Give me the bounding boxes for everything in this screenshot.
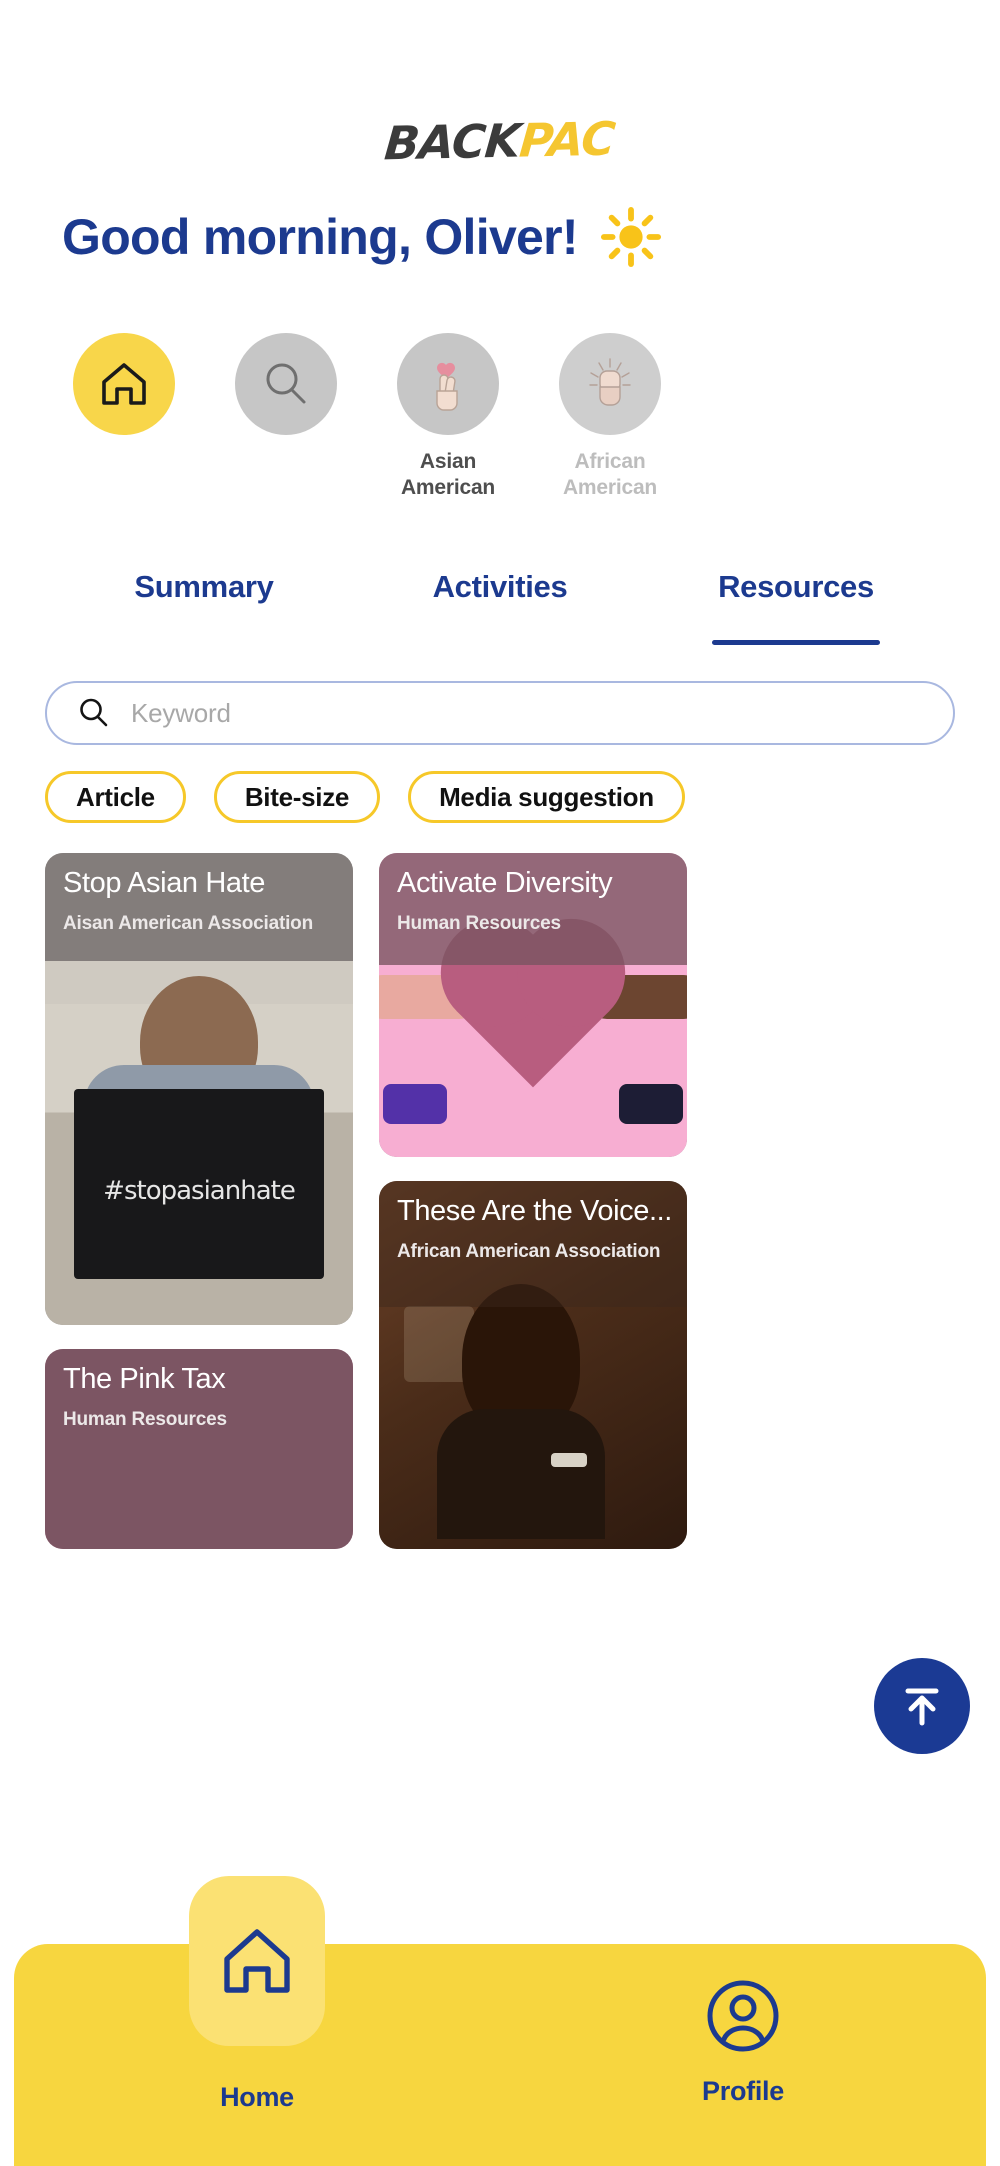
card-text: The Pink Tax Human Resources — [63, 1363, 339, 1431]
nav-active-badge — [189, 1876, 325, 2046]
resource-card-stop-asian-hate[interactable]: Stop Asian Hate Aisan American Associati… — [45, 853, 353, 1325]
category-circle-home[interactable] — [73, 333, 175, 435]
resource-card-activate-diversity[interactable]: Activate Diversity Human Resources — [379, 853, 687, 1157]
card-title: The Pink Tax — [63, 1363, 226, 1395]
greeting-text: Good morning, Oliver! — [62, 209, 579, 265]
nav-item-profile[interactable]: Profile — [500, 1944, 986, 2166]
card-source: Aisan American Association — [63, 913, 313, 935]
filter-chip-bite-size[interactable]: Bite-size — [213, 771, 381, 823]
app-logo: BACKPAC — [0, 0, 1000, 175]
nav-label-home: Home — [220, 2082, 294, 2112]
search-section — [0, 681, 1000, 745]
category-shortcut-row: Asian American African American — [0, 333, 1000, 533]
category-item-search[interactable] — [224, 333, 348, 449]
nav-label-profile: Profile — [702, 2076, 784, 2106]
search-box[interactable] — [45, 681, 955, 745]
resource-column-left: Stop Asian Hate Aisan American Associati… — [45, 853, 353, 1549]
tab-resources-label: Resources — [718, 569, 874, 604]
card-title: These Are the Voice... — [397, 1195, 672, 1227]
category-item-african-american[interactable]: African American — [548, 333, 672, 500]
tab-resources[interactable]: Resources — [648, 557, 944, 649]
greeting-row: Good morning, Oliver! — [0, 189, 1000, 285]
nav-icon-wrap — [704, 1970, 782, 2062]
tab-summary[interactable]: Summary — [56, 557, 352, 649]
scroll-to-top-button[interactable] — [874, 1658, 970, 1754]
resource-card-grid: Stop Asian Hate Aisan American Associati… — [0, 853, 1000, 1549]
arrow-up-to-line-icon — [905, 1688, 939, 1726]
content-tabs: Summary Activities Resources — [0, 557, 1000, 649]
tab-resources-underline — [712, 640, 880, 645]
logo-text-pac: PAC — [517, 111, 618, 168]
filter-chip-article[interactable]: Article — [45, 771, 186, 823]
card-text: Activate Diversity Human Resources — [397, 867, 673, 935]
nav-item-home[interactable]: Home — [14, 1876, 500, 2166]
category-circle-asian-american[interactable] — [397, 333, 499, 435]
category-item-asian-american[interactable]: Asian American — [386, 333, 510, 500]
user-circle-icon — [707, 1980, 779, 2052]
card-title: Activate Diversity — [397, 867, 613, 899]
filter-chip-row: Article Bite-size Media suggestion — [0, 771, 1000, 827]
tab-summary-label: Summary — [134, 569, 274, 604]
raised-fist-icon — [589, 358, 631, 406]
search-icon — [80, 698, 108, 727]
tab-activities[interactable]: Activities — [352, 557, 648, 649]
home-icon — [102, 363, 146, 405]
tab-activities-label: Activities — [432, 569, 568, 604]
app-screen: BACKPAC Good morning, Oliver! Asian Amer… — [0, 0, 1000, 2166]
card-source: African American Association — [397, 1241, 661, 1263]
card-source: Human Resources — [397, 913, 561, 935]
filter-chip-media-suggestion[interactable]: Media suggestion — [408, 771, 685, 823]
home-icon — [224, 1929, 290, 1993]
search-input[interactable] — [131, 697, 923, 729]
bottom-navigation-bar: Home Profile — [14, 1876, 986, 2166]
category-item-home[interactable] — [62, 333, 186, 449]
crossed-fingers-heart-icon — [436, 362, 458, 411]
category-circle-african-american[interactable] — [559, 333, 661, 435]
search-icon — [266, 363, 306, 404]
resource-column-right: Activate Diversity Human Resources These… — [379, 853, 687, 1549]
resource-card-the-pink-tax[interactable]: The Pink Tax Human Resources — [45, 1349, 353, 1549]
sun-icon — [600, 206, 661, 268]
card-source: Human Resources — [63, 1409, 227, 1431]
category-label-african-american: African American — [562, 450, 658, 499]
card-text: These Are the Voice... African American … — [397, 1195, 673, 1263]
card-title: Stop Asian Hate — [63, 867, 265, 899]
category-circle-search[interactable] — [235, 333, 337, 435]
card-text: Stop Asian Hate Aisan American Associati… — [63, 867, 339, 935]
category-label-asian-american: Asian American — [400, 450, 496, 499]
resource-card-these-are-the-voices[interactable]: These Are the Voice... African American … — [379, 1181, 687, 1549]
logo-text-back: BACK — [382, 113, 523, 171]
